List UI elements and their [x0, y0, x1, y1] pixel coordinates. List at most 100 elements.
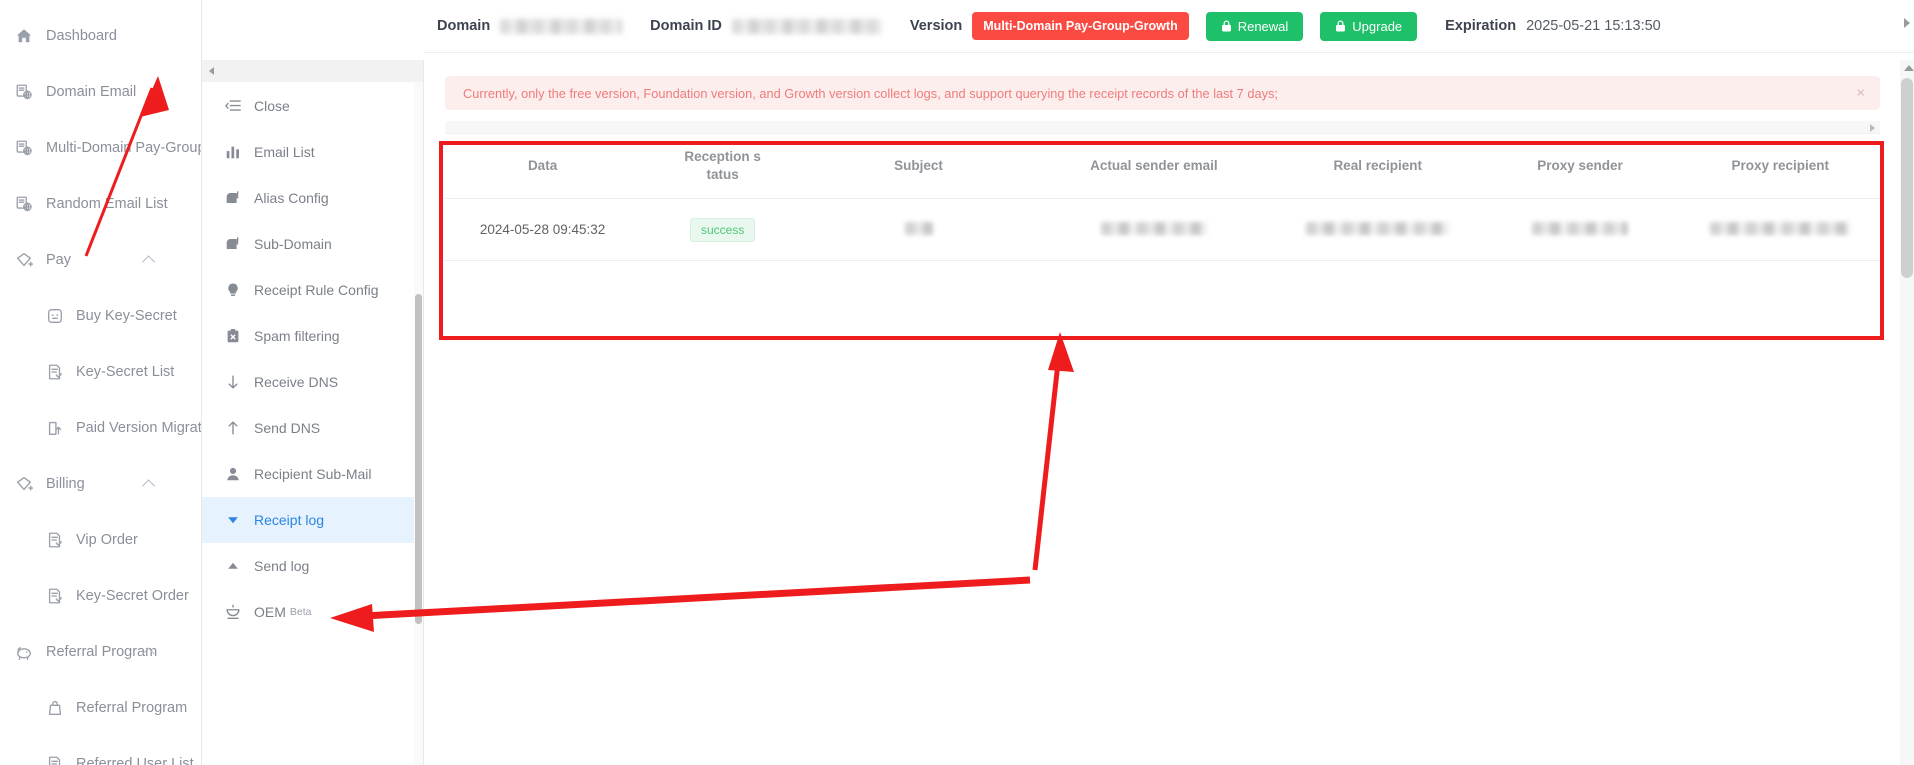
sidebar-item-paid-version-migration[interactable]: Paid Version Migration	[0, 400, 201, 456]
sidebar-item-billing[interactable]: Billing	[0, 456, 201, 512]
info-alert-banner: Currently, only the free version, Founda…	[445, 76, 1880, 110]
panel-item-close[interactable]: Close	[202, 83, 423, 129]
sidebar-item-label: Domain Email	[46, 84, 137, 100]
upgrade-button[interactable]: Upgrade	[1320, 11, 1418, 41]
panel-item-label: Spam filtering	[254, 328, 340, 344]
panel-item-receipt-log[interactable]: Receipt log	[202, 497, 423, 543]
upgrade-button-label: Upgrade	[1352, 18, 1403, 34]
lock-icon	[1335, 20, 1346, 32]
panel-item-receipt-rule-config[interactable]: Receipt Rule Config	[202, 267, 423, 313]
alert-text: Currently, only the free version, Founda…	[463, 85, 1278, 101]
proxy-sender-redacted	[1532, 221, 1629, 235]
receipt-log-table: Data Reception s tatus Subject Actual se…	[445, 134, 1880, 262]
sidebar-item-multi-domain-pay-group[interactable]: Multi-Domain Pay-Group	[0, 120, 201, 176]
secondary-panel-scrollbar[interactable]	[414, 82, 423, 765]
sidebar-item-dashboard[interactable]: Dashboard	[0, 8, 201, 64]
column-header-data: Data	[445, 134, 641, 200]
panel-item-label: Sub-Domain	[254, 236, 332, 252]
top-info-bar: Domain Domain ID Version Multi-Domain Pa…	[424, 0, 1914, 53]
chevron-up-icon[interactable]	[1904, 65, 1914, 71]
sidebar-item-vip-order[interactable]: Vip Order	[0, 512, 201, 568]
triangle-down-icon	[224, 511, 242, 529]
mailbox-icon	[224, 235, 242, 253]
panel-item-receive-dns[interactable]: Receive DNS	[202, 359, 423, 405]
expiration-label: Expiration	[1445, 18, 1517, 34]
domain-id-label: Domain ID	[650, 18, 722, 34]
domain-label: Domain	[437, 18, 491, 34]
sidebar-item-label: Pay	[46, 252, 71, 268]
column-header-actual-sender-email: Actual sender email	[1031, 134, 1276, 200]
home-icon	[14, 26, 34, 46]
subject-redacted	[904, 221, 933, 235]
scrollbar-thumb[interactable]	[415, 294, 422, 624]
sidebar-item-label: Referral Program	[76, 700, 188, 716]
sidebar-item-pay[interactable]: Pay	[0, 232, 201, 288]
panel-item-sub-domain[interactable]: Sub-Domain	[202, 221, 423, 267]
box-icon	[45, 306, 65, 326]
sidebar-item-label: Referral Program	[46, 644, 158, 660]
cell-reception-status: success	[640, 198, 806, 262]
column-header-reception-status: Reception s tatus	[640, 134, 806, 200]
real-recipient-redacted	[1306, 221, 1450, 235]
sidebar-item-label: Buy Key-Secret	[76, 308, 177, 324]
panel-item-oem[interactable]: OEM Beta	[202, 589, 423, 635]
oem-icon	[224, 603, 242, 621]
main-content: Domain Domain ID Version Multi-Domain Pa…	[424, 0, 1914, 765]
sidebar-item-label: Paid Version Migration	[76, 420, 202, 436]
panel-item-alias-config[interactable]: Alias Config	[202, 175, 423, 221]
chevron-up-icon[interactable]	[142, 479, 155, 493]
version-badge[interactable]: Multi-Domain Pay-Group-Growth	[972, 12, 1189, 40]
renewal-button[interactable]: Renewal	[1205, 11, 1304, 41]
sidebar-item-label: Multi-Domain Pay-Group	[46, 140, 202, 156]
sidebar-item-referred-user-list[interactable]: Referred User List	[0, 736, 201, 765]
chevron-right-icon[interactable]	[1904, 18, 1910, 28]
panel-item-send-dns[interactable]: Send DNS	[202, 405, 423, 451]
arrow-down-icon	[224, 373, 242, 391]
sidebar-item-key-secret-list[interactable]: Key-Secret List	[0, 344, 201, 400]
sidebar-item-label: Dashboard	[46, 28, 117, 44]
panel-item-label: Close	[254, 98, 290, 114]
arrow-up-icon	[224, 419, 242, 437]
sidebar-item-referral-program[interactable]: Referral Program	[0, 624, 201, 680]
scrollbar-thumb[interactable]	[1901, 78, 1913, 278]
domain-email-icon	[14, 138, 34, 158]
panel-item-send-log[interactable]: Send log	[202, 543, 423, 589]
panel-item-label: Send log	[254, 558, 310, 574]
panel-collapse-strip[interactable]	[202, 60, 423, 82]
column-header-reception-status-line1: Reception s	[684, 149, 761, 164]
triangle-up-icon	[224, 557, 242, 575]
table-row[interactable]: 2024-05-28 09:45:32 success	[445, 198, 1880, 262]
chevron-up-icon[interactable]	[142, 255, 155, 269]
panel-item-label: Alias Config	[254, 190, 329, 206]
chevron-left-icon	[209, 67, 214, 75]
sidebar-item-label: Key-Secret List	[76, 364, 175, 380]
sidebar-item-referral-program[interactable]: Referral Program	[0, 680, 201, 736]
doc-list-icon	[45, 530, 65, 550]
column-header-proxy-recipient: Proxy recipient	[1680, 134, 1880, 200]
version-label: Version	[909, 18, 963, 34]
sidebar-item-random-email-list[interactable]: Random Email List	[0, 176, 201, 232]
page-vertical-scrollbar[interactable]	[1900, 60, 1914, 765]
cell-data: 2024-05-28 09:45:32	[445, 198, 641, 262]
receipt-log-table-block: Data Reception s tatus Subject Actual se…	[445, 121, 1880, 262]
panel-item-label: Email List	[254, 144, 315, 160]
sidebar-item-buy-key-secret[interactable]: Buy Key-Secret	[0, 288, 201, 344]
cell-actual-sender-email	[1031, 198, 1276, 262]
sidebar-item-key-secret-order[interactable]: Key-Secret Order	[0, 568, 201, 624]
table-horizontal-scrollbar[interactable]	[445, 121, 1880, 134]
diamond-icon	[14, 250, 34, 270]
doc-list-icon	[45, 754, 65, 765]
panel-item-recipient-sub-mail[interactable]: Recipient Sub-Mail	[202, 451, 423, 497]
close-icon[interactable]: ×	[1856, 86, 1865, 101]
column-header-reception-status-line2: tatus	[706, 167, 739, 183]
panel-item-label: Receipt Rule Config	[254, 282, 379, 298]
panel-item-spam-filtering[interactable]: Spam filtering	[202, 313, 423, 359]
chevron-right-icon[interactable]	[1870, 124, 1875, 132]
lock-icon	[1221, 20, 1232, 32]
mailbox-icon	[224, 189, 242, 207]
status-badge: success	[689, 217, 756, 242]
panel-item-email-list[interactable]: Email List	[202, 129, 423, 175]
sidebar-item-domain-email[interactable]: Domain Email	[0, 64, 201, 120]
list-collapse-icon	[224, 97, 242, 115]
bulb-icon	[224, 281, 242, 299]
